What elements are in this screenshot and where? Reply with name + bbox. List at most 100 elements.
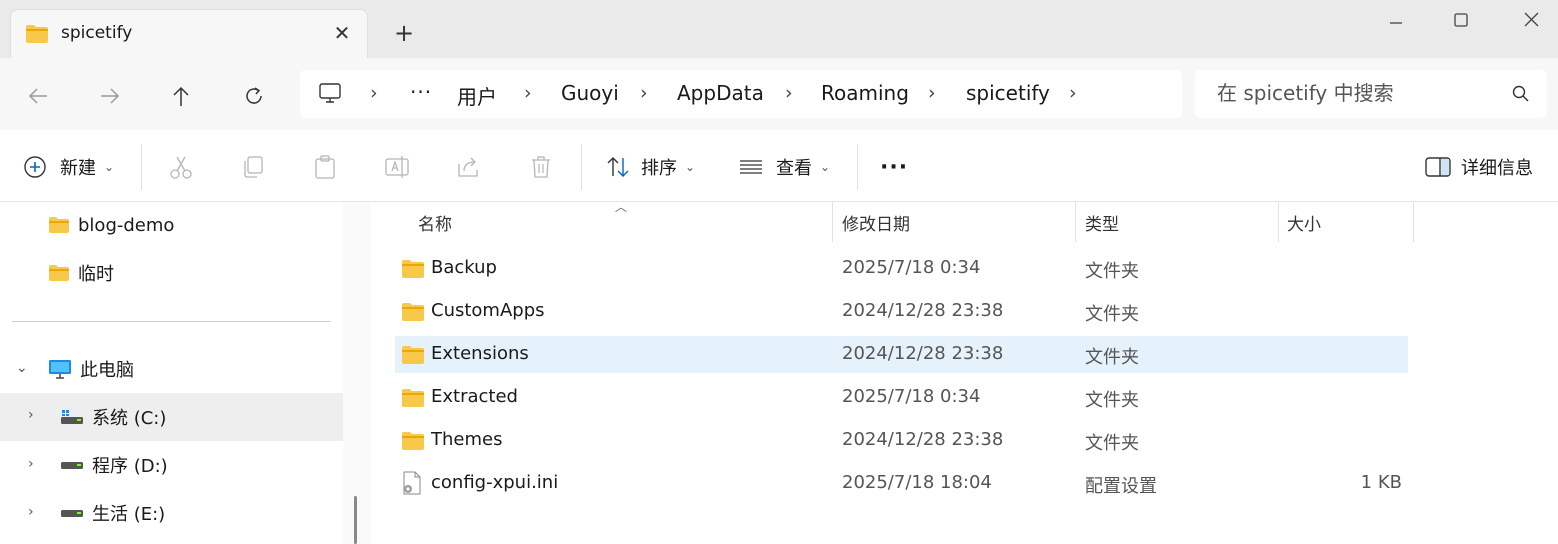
paste-icon[interactable]	[310, 152, 340, 182]
file-name: Extracted	[431, 386, 518, 407]
back-button[interactable]	[18, 76, 58, 116]
up-button[interactable]	[161, 76, 201, 116]
chevron-right-icon[interactable]: ›	[370, 82, 378, 104]
sidebar-scrollbar-thumb[interactable]	[354, 496, 357, 544]
sort-icon	[607, 157, 629, 177]
breadcrumb-overflow[interactable]: ···	[410, 80, 432, 104]
sidebar-item-label: 临时	[78, 264, 114, 285]
chevron-down-icon[interactable]: ⌄	[16, 360, 28, 376]
chevron-right-icon[interactable]: ›	[28, 504, 34, 520]
file-list: ︿ 名称 修改日期 类型 大小 Backup 2025/7/18 0:34 文件夹 C…	[371, 200, 1558, 544]
sidebar-item-label: 此电脑	[80, 360, 134, 381]
file-row[interactable]: Backup 2025/7/18 0:34 文件夹	[395, 250, 1408, 287]
chevron-right-icon[interactable]: ›	[928, 82, 936, 104]
file-row[interactable]: Extracted 2025/7/18 0:34 文件夹	[395, 379, 1408, 416]
file-type: 文件夹	[1085, 347, 1139, 368]
sidebar-item-this-pc[interactable]: 此电脑	[48, 349, 134, 389]
delete-icon[interactable]	[526, 152, 556, 182]
chevron-right-icon[interactable]: ›	[640, 82, 648, 104]
search-box[interactable]	[1195, 70, 1547, 118]
close-window-button[interactable]	[1511, 6, 1551, 36]
chevron-down-icon: ⌄	[685, 160, 696, 174]
chevron-right-icon[interactable]: ›	[28, 456, 34, 472]
column-divider[interactable]	[1075, 202, 1076, 242]
column-header-type[interactable]: 类型	[1085, 210, 1119, 235]
details-pane-button[interactable]: 详细信息	[1425, 152, 1533, 182]
view-button-label: 查看	[776, 158, 812, 179]
file-type: 文件夹	[1085, 304, 1139, 325]
column-divider[interactable]	[1413, 202, 1414, 242]
monitor-icon[interactable]	[318, 81, 342, 109]
sidebar-item-drive-e[interactable]: › 生活 (E:)	[0, 493, 343, 533]
sidebar-item-label: 程序 (D:)	[92, 456, 168, 477]
minimize-button[interactable]	[1376, 6, 1416, 36]
share-icon[interactable]	[454, 152, 484, 182]
copy-icon[interactable]	[238, 152, 268, 182]
chevron-right-icon[interactable]: ›	[28, 407, 34, 423]
sort-button[interactable]: 排序 ⌄	[605, 152, 695, 182]
folder-icon	[401, 345, 425, 369]
command-bar: 新建 ⌄ 排序 ⌄ 查看 ⌄ ··· 详细信息	[0, 130, 1558, 202]
sidebar-item-temp[interactable]: 临时	[48, 253, 114, 293]
new-tab-button[interactable]: +	[390, 19, 418, 47]
file-row[interactable]: CustomApps 2024/12/28 23:38 文件夹	[395, 293, 1408, 330]
chevron-right-icon[interactable]: ›	[524, 82, 532, 104]
file-date: 2025/7/18 0:34	[842, 386, 981, 407]
file-row[interactable]: Extensions 2024/12/28 23:38 文件夹	[395, 336, 1408, 373]
file-name: config-xpui.ini	[431, 472, 559, 493]
folder-icon	[49, 265, 69, 281]
file-type: 文件夹	[1085, 433, 1139, 454]
search-icon[interactable]	[1511, 84, 1531, 108]
chevron-right-icon[interactable]: ›	[785, 82, 793, 104]
config-file-icon	[401, 471, 423, 499]
breadcrumb-item-roaming[interactable]: Roaming	[821, 81, 909, 105]
sidebar-item-label: 系统 (C:)	[92, 408, 167, 429]
address-bar[interactable]: › ··· 用户 › Guoyi › AppData › Roaming › s…	[300, 70, 1182, 118]
more-options-button[interactable]: ···	[880, 152, 908, 182]
computer-icon	[49, 360, 71, 379]
toolbar-divider	[141, 144, 142, 190]
rename-icon[interactable]	[382, 152, 412, 182]
view-icon	[740, 160, 762, 174]
drive-icon	[61, 462, 83, 469]
column-header-size[interactable]: 大小	[1287, 210, 1321, 235]
column-header-name[interactable]: 名称	[418, 210, 452, 235]
maximize-button[interactable]	[1441, 6, 1481, 36]
folder-icon	[49, 217, 69, 233]
column-divider[interactable]	[832, 202, 833, 242]
drive-icon	[61, 510, 83, 517]
navigation-bar: › ··· 用户 › Guoyi › AppData › Roaming › s…	[0, 58, 1558, 130]
sidebar-item-drive-c[interactable]: › 系统 (C:)	[0, 393, 343, 441]
sidebar-item-label: 生活 (E:)	[92, 504, 166, 525]
close-tab-icon[interactable]: ✕	[329, 20, 355, 46]
sidebar-item-blog-demo[interactable]: blog-demo	[48, 205, 174, 245]
column-header-date[interactable]: 修改日期	[842, 210, 910, 235]
search-input[interactable]	[1217, 81, 1507, 105]
breadcrumb-item-appdata[interactable]: AppData	[677, 81, 764, 105]
chevron-down-icon: ⌄	[104, 160, 115, 174]
file-name: Extensions	[431, 343, 529, 364]
breadcrumb-item-guoyi[interactable]: Guoyi	[561, 81, 619, 105]
refresh-button[interactable]	[234, 76, 274, 116]
title-bar: spicetify ✕ +	[0, 0, 1558, 58]
chevron-right-icon[interactable]: ›	[1069, 82, 1077, 104]
toolbar-divider	[581, 144, 582, 190]
sidebar-scrollbar-track[interactable]	[343, 202, 371, 544]
sidebar-item-drive-d[interactable]: › 程序 (D:)	[0, 445, 343, 485]
file-row[interactable]: Themes 2024/12/28 23:38 文件夹	[395, 422, 1408, 459]
file-type: 文件夹	[1085, 390, 1139, 411]
file-row[interactable]: config-xpui.ini 2025/7/18 18:04 配置设置 1 KB	[395, 465, 1408, 502]
view-button[interactable]: 查看 ⌄	[738, 152, 830, 182]
breadcrumb-item-spicetify[interactable]: spicetify	[966, 81, 1050, 105]
file-date: 2024/12/28 23:38	[842, 300, 1004, 321]
breadcrumb-item-users[interactable]: 用户	[457, 81, 497, 110]
cut-icon[interactable]	[166, 152, 196, 182]
new-button[interactable]: 新建 ⌄	[22, 152, 114, 182]
column-divider[interactable]	[1278, 202, 1279, 242]
toolbar-divider	[857, 144, 858, 190]
tab-spicetify[interactable]: spicetify ✕	[10, 9, 368, 58]
folder-icon	[401, 388, 425, 412]
file-date: 2025/7/18 0:34	[842, 257, 981, 278]
new-button-label: 新建	[60, 158, 96, 179]
forward-button[interactable]	[90, 76, 130, 116]
